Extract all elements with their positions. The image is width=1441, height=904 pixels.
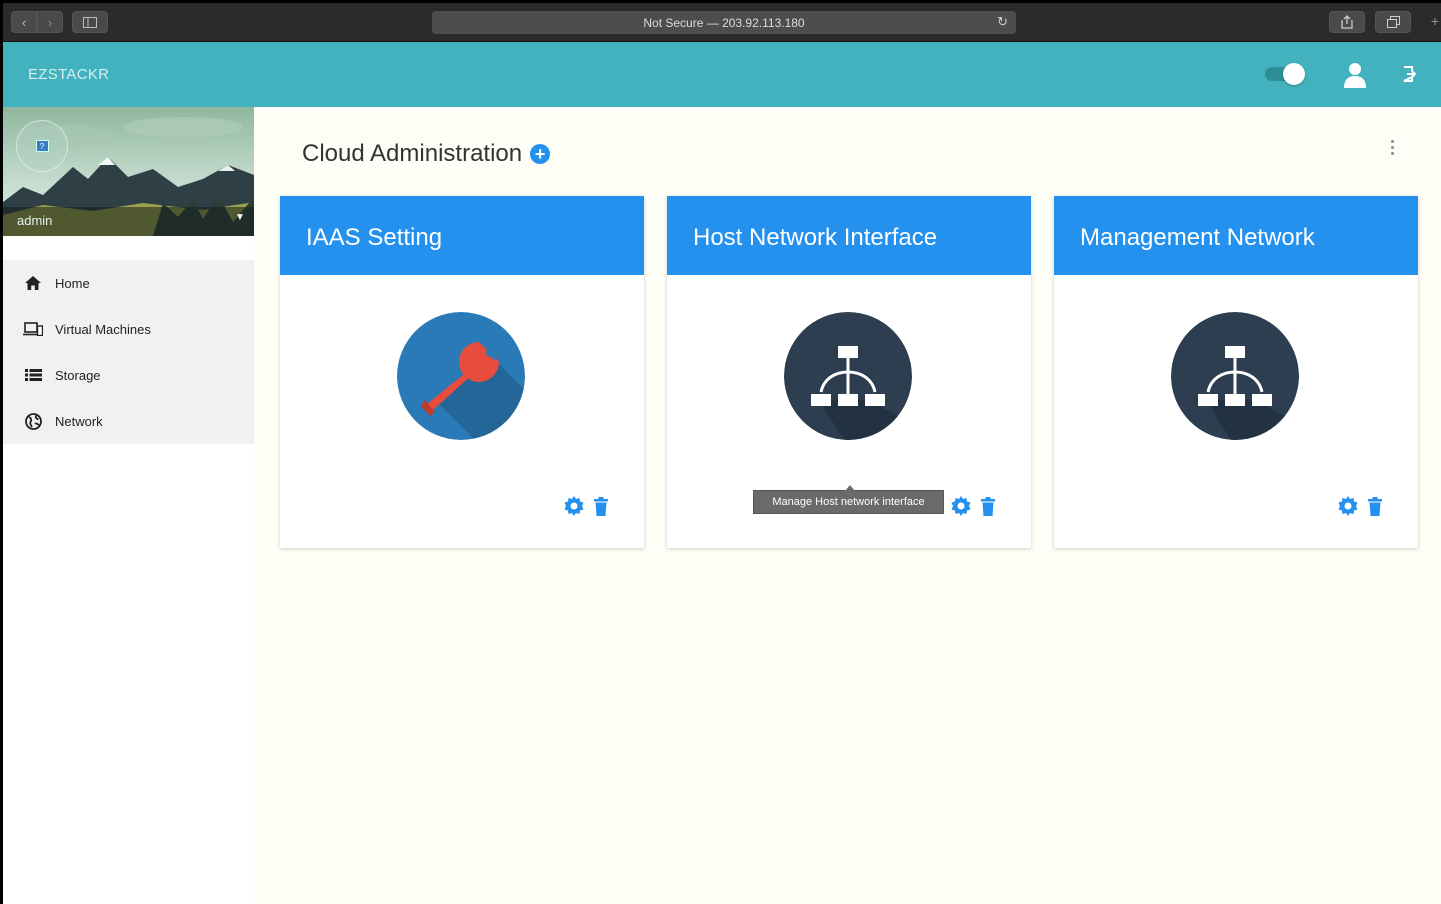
tabs-icon [1386,16,1400,28]
gear-icon[interactable] [1338,496,1358,516]
card-actions [1338,496,1382,516]
more-options-icon[interactable] [1389,140,1395,155]
list-icon [23,365,43,385]
card-iaas-setting[interactable]: IAAS Setting [280,196,644,548]
toggle-knob [1283,63,1305,85]
card-management-network[interactable]: Management Network [1054,196,1418,548]
tooltip: Manage Host network interface [753,485,944,514]
card-title: IAAS Setting [280,196,644,275]
sidebar-item-label: Home [55,275,90,291]
avatar-image-icon: ? [35,140,49,152]
logout-icon[interactable] [1402,66,1417,87]
network-icon [784,312,912,440]
browser-toolbar: ‹ › Not Secure — 203.92.113.180 ↻ + [3,3,1441,42]
app-header: EZSTACKR [3,42,1441,107]
card-actions [564,496,608,516]
user-icon[interactable] [1343,62,1367,93]
address-bar[interactable]: Not Secure — 203.92.113.180 ↻ [432,11,1016,34]
sidebar-item-virtual-machines[interactable]: Virtual Machines [3,306,254,352]
globe-icon [23,411,43,431]
home-icon [23,273,43,293]
share-button[interactable] [1329,11,1365,33]
sidebar-menu: Home Virtual Machines Storage Network [3,260,254,444]
card-title: Management Network [1054,196,1418,275]
sidebar-icon [83,16,97,28]
share-icon [1341,15,1353,29]
gear-icon[interactable] [564,496,584,516]
network-icon [1171,312,1299,440]
sidebar-item-label: Virtual Machines [55,321,151,337]
new-tab-icon[interactable]: + [1431,13,1439,29]
page-title: Cloud Administration + [302,140,551,168]
trash-icon[interactable] [594,496,608,516]
theme-toggle[interactable] [1265,63,1305,85]
chevron-right-icon: › [47,14,53,30]
sidebar-toggle-button[interactable] [72,11,108,33]
card-title: Host Network Interface [667,196,1031,275]
page-title-text: Cloud Administration [302,140,523,167]
sidebar: ? admin ▼ Home Virtual Machines Storage … [3,107,254,904]
add-circle-icon[interactable]: + [530,144,551,164]
sidebar-item-network[interactable]: Network [3,398,254,444]
card-actions [951,496,995,516]
devices-icon [23,319,43,339]
profile-panel: ? admin ▼ [3,107,254,236]
sidebar-item-label: Storage [55,367,101,383]
trash-icon[interactable] [981,496,995,516]
sidebar-item-label: Network [55,413,103,429]
username[interactable]: admin [17,213,52,228]
trash-icon[interactable] [1368,496,1382,516]
gear-icon[interactable] [951,496,971,516]
sidebar-item-storage[interactable]: Storage [3,352,254,398]
forward-button[interactable]: › [37,11,63,33]
back-button[interactable]: ‹ [11,11,37,33]
sidebar-item-home[interactable]: Home [3,260,254,306]
url-text: Not Secure — 203.92.113.180 [643,15,805,30]
tabs-button[interactable] [1375,11,1411,33]
avatar[interactable]: ? [16,120,68,172]
brand-logo[interactable]: EZSTACKR [28,66,109,83]
chevron-left-icon: ‹ [21,14,27,30]
app-window: EZSTACKR ? admin ▼ Home Virtual Machines… [3,42,1441,904]
wrench-icon [397,312,525,440]
reload-icon[interactable]: ↻ [997,14,1008,30]
caret-down-icon[interactable]: ▼ [235,212,245,223]
